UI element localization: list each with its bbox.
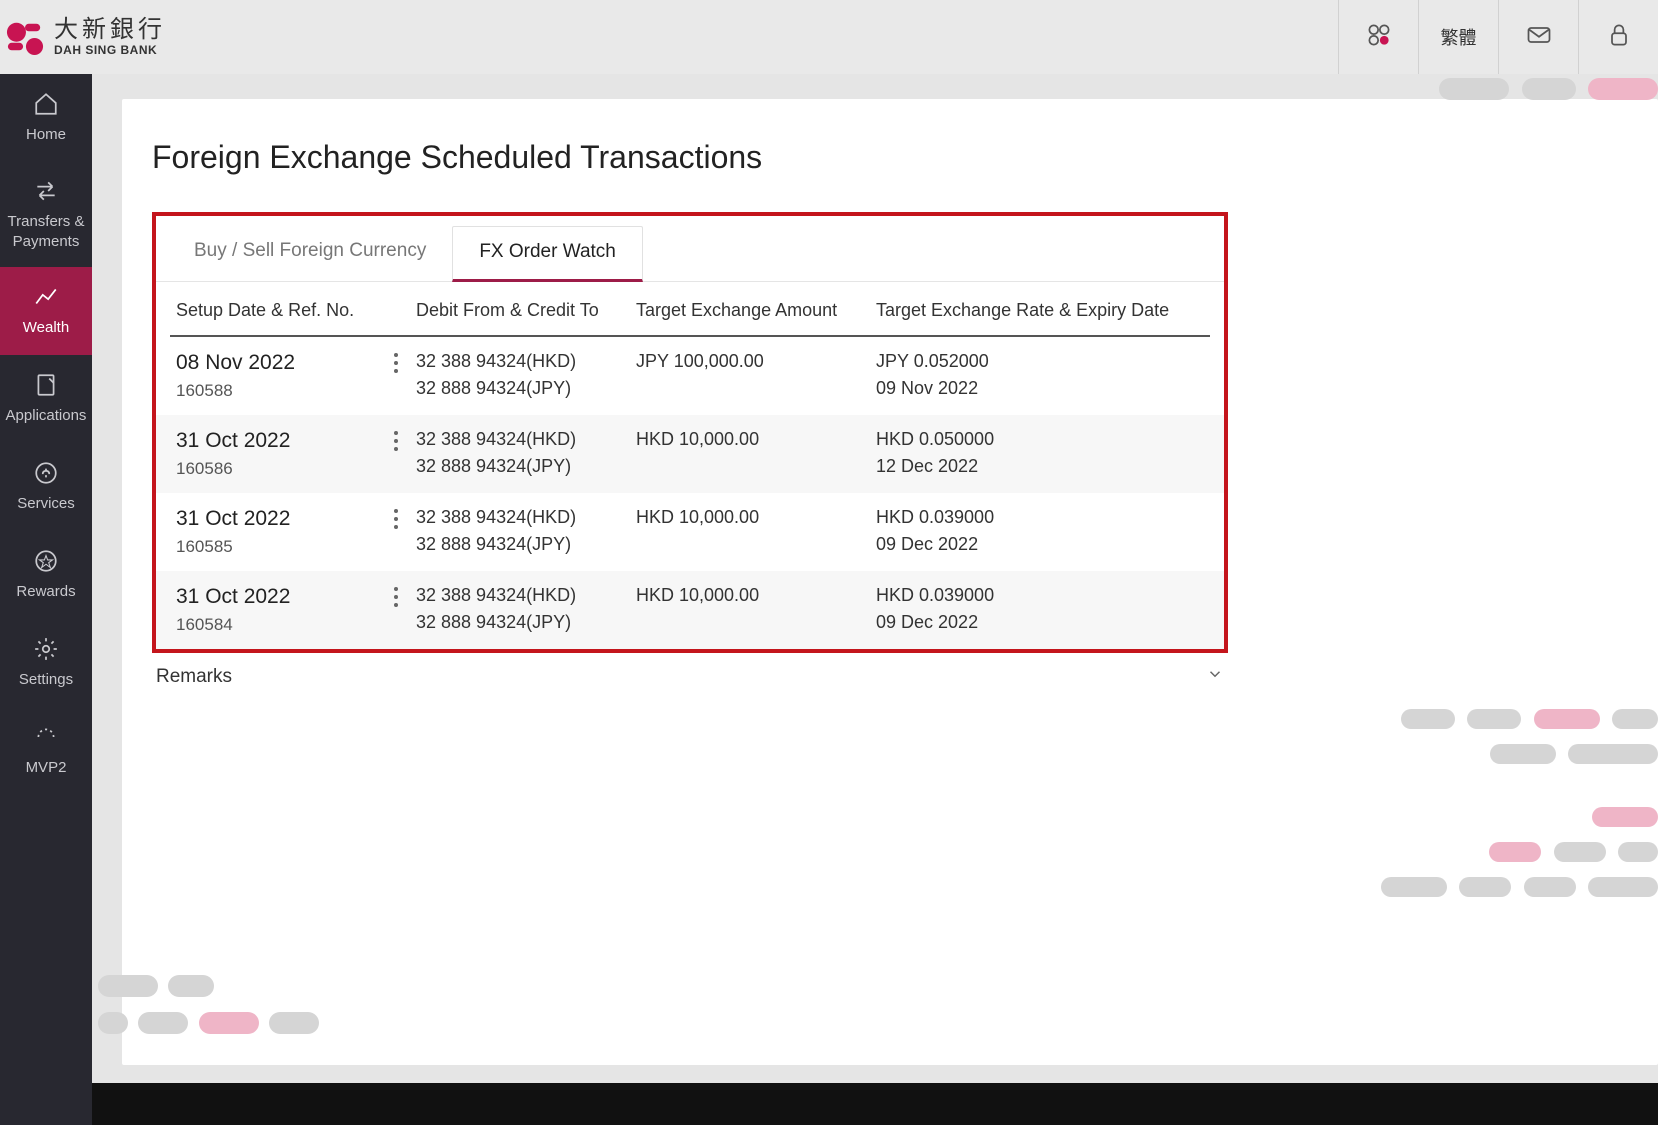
row-amount: JPY 100,000.00 [636,351,876,372]
tab-buy-sell-fx[interactable]: Buy / Sell Foreign Currency [168,226,452,281]
row-credit: 32 888 94324(JPY) [416,456,636,477]
row-amount: HKD 10,000.00 [636,507,876,528]
tab-label: Buy / Sell Foreign Currency [194,240,426,261]
row-credit: 32 888 94324(JPY) [416,534,636,555]
row-menu-button[interactable] [376,429,416,453]
row-expiry: 09 Dec 2022 [876,612,1204,633]
row-rate: HKD 0.050000 [876,429,1204,450]
row-debit: 32 388 94324(HKD) [416,585,636,606]
row-ref: 160585 [176,537,376,557]
mail-button[interactable] [1498,0,1578,74]
row-date: 31 Oct 2022 [176,429,376,453]
bank-logo-text-en: DAH SING BANK [54,44,166,56]
row-date: 31 Oct 2022 [176,507,376,531]
sidebar-item-wealth[interactable]: Wealth [0,267,92,355]
col-setup-date: Setup Date & Ref. No. [176,300,376,321]
apps-button[interactable] [1338,0,1418,74]
row-amount: HKD 10,000.00 [636,585,876,606]
sidebar-item-rewards[interactable]: Rewards [0,531,92,619]
table-row[interactable]: 08 Nov 2022 160588 32 388 94324(HKD) 32 … [156,337,1224,415]
sidebar-item-home[interactable]: Home [0,74,92,162]
row-rate: HKD 0.039000 [876,507,1204,528]
row-rate: JPY 0.052000 [876,351,1204,372]
row-menu-button[interactable] [376,351,416,375]
row-date: 31 Oct 2022 [176,585,376,609]
row-expiry: 09 Nov 2022 [876,378,1204,399]
col-target-rate: Target Exchange Rate & Expiry Date [876,300,1204,321]
row-ref: 160586 [176,459,376,479]
remarks-toggle[interactable]: Remarks [152,653,1228,689]
lock-icon [1605,21,1633,54]
col-target-amount: Target Exchange Amount [636,300,876,321]
bank-logo-text-cn: 大新銀行 [54,18,166,42]
header: 大新銀行 DAH SING BANK 繁體 [0,0,1658,74]
sidebar-item-label: Rewards [16,582,75,602]
lock-button[interactable] [1578,0,1658,74]
tab-label: FX Order Watch [479,241,616,262]
row-amount: HKD 10,000.00 [636,429,876,450]
mail-icon [1525,21,1553,54]
table-row[interactable]: 31 Oct 2022 160585 32 388 94324(HKD) 32 … [156,493,1224,571]
language-label: 繁體 [1441,24,1477,50]
table-row[interactable]: 31 Oct 2022 160586 32 388 94324(HKD) 32 … [156,415,1224,493]
bank-logo: 大新銀行 DAH SING BANK [0,18,166,56]
sidebar-item-label: Home [26,125,66,145]
fx-table: Setup Date & Ref. No. Debit From & Credi… [156,282,1224,649]
page-title: Foreign Exchange Scheduled Transactions [152,139,1658,176]
row-debit: 32 388 94324(HKD) [416,351,636,372]
table-header: Setup Date & Ref. No. Debit From & Credi… [170,282,1210,337]
table-row[interactable]: 31 Oct 2022 160584 32 388 94324(HKD) 32 … [156,571,1224,649]
row-expiry: 12 Dec 2022 [876,456,1204,477]
row-menu-button[interactable] [376,507,416,531]
sidebar-item-settings[interactable]: Settings [0,619,92,707]
row-credit: 32 888 94324(JPY) [416,378,636,399]
row-menu-button[interactable] [376,585,416,609]
row-ref: 160584 [176,615,376,635]
bank-logo-icon [6,18,44,56]
tab-fx-order-watch[interactable]: FX Order Watch [452,226,643,282]
sidebar-item-label: Services [17,494,75,514]
content-card: Foreign Exchange Scheduled Transactions … [122,99,1658,1065]
sidebar-item-label: Applications [6,406,87,426]
fx-table-region: Buy / Sell Foreign Currency FX Order Wat… [152,212,1228,653]
col-debit-credit: Debit From & Credit To [416,300,636,321]
remarks-label: Remarks [156,666,232,688]
sidebar-item-transfers[interactable]: Transfers & Payments [0,162,92,267]
sidebar-item-label: Transfers & Payments [4,212,88,251]
row-rate: HKD 0.039000 [876,585,1204,606]
apps-icon [1365,21,1393,54]
workarea: Foreign Exchange Scheduled Transactions … [92,74,1658,1125]
row-ref: 160588 [176,381,376,401]
sidebar-item-label: Wealth [23,318,69,338]
sidebar-item-mvp2[interactable]: MVP2 [0,707,92,795]
row-credit: 32 888 94324(JPY) [416,612,636,633]
sidebar-item-label: Settings [19,670,73,690]
sidebar-item-services[interactable]: Services [0,443,92,531]
row-debit: 32 388 94324(HKD) [416,507,636,528]
sidebar-item-applications[interactable]: Applications [0,355,92,443]
chevron-down-icon [1206,665,1224,689]
tabs: Buy / Sell Foreign Currency FX Order Wat… [156,216,1224,282]
sidebar-item-label: MVP2 [26,758,67,778]
sidebar: Home Transfers & Payments Wealth Applica… [0,74,92,1125]
row-date: 08 Nov 2022 [176,351,376,375]
footer-bar [92,1083,1658,1125]
language-button[interactable]: 繁體 [1418,0,1498,74]
row-expiry: 09 Dec 2022 [876,534,1204,555]
row-debit: 32 388 94324(HKD) [416,429,636,450]
